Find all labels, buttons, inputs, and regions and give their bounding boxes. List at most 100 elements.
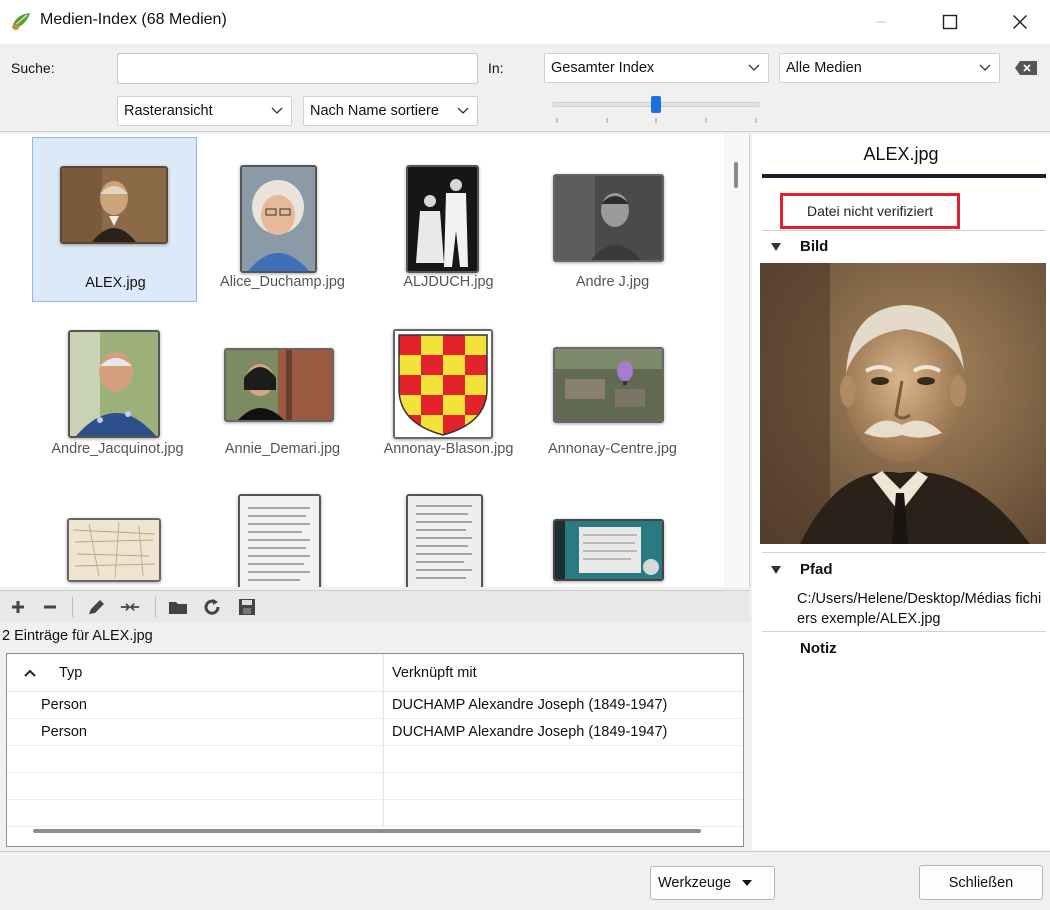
screenshot-thumbnail-icon — [555, 521, 662, 579]
view-mode-value: Rasteransicht — [124, 103, 213, 119]
media-filter-value: Alle Medien — [786, 60, 862, 76]
media-thumbnail — [60, 166, 168, 244]
document-thumbnail-icon — [408, 496, 481, 587]
media-tile-register-2[interactable] — [366, 468, 531, 587]
chevron-down-icon — [271, 107, 283, 114]
app-logo-icon — [12, 13, 30, 30]
media-tile-map-document[interactable] — [35, 468, 200, 587]
chevron-down-icon — [979, 64, 991, 71]
media-tile-andre-jacquinot[interactable]: Andre_Jacquinot.jpg — [35, 302, 200, 467]
scope-dropdown[interactable]: Gesamter Index — [544, 53, 769, 83]
remove-icon[interactable] — [40, 598, 60, 616]
portrait-thumbnail-icon — [242, 167, 315, 271]
view-mode-dropdown[interactable]: Rasteransicht — [117, 96, 292, 126]
folder-icon[interactable] — [168, 598, 188, 616]
sort-value: Nach Name sortiere — [310, 103, 439, 119]
tools-menu-button[interactable]: Werkzeuge — [650, 866, 775, 900]
close-button-label: Schließen — [948, 874, 1014, 891]
section-header-image-label: Bild — [800, 238, 829, 255]
tools-menu-label: Werkzeuge — [658, 875, 732, 891]
photo-thumbnail-icon — [555, 176, 662, 260]
table-cell-type: Person — [41, 697, 87, 713]
details-title-underline — [762, 174, 1046, 178]
column-header-type[interactable]: Typ — [7, 654, 383, 692]
media-tile-label: Alice_Duchamp.jpg — [220, 274, 345, 290]
close-window-button[interactable] — [997, 0, 1043, 44]
zoom-slider-thumb[interactable] — [651, 96, 661, 113]
collapse-triangle-icon — [771, 565, 781, 574]
media-thumbnail — [393, 329, 493, 439]
scope-dropdown-value: Gesamter Index — [551, 60, 655, 76]
media-tile-label: Andre_Jacquinot.jpg — [51, 441, 184, 457]
toolbar-separator — [155, 597, 156, 617]
section-divider — [762, 230, 1046, 231]
clear-search-icon[interactable] — [1014, 60, 1038, 76]
media-tile-annonay-blason[interactable]: Annonay-Blason.jpg — [366, 302, 531, 467]
entries-count-label: 2 Einträge für ALEX.jpg — [2, 628, 153, 644]
table-row-empty — [7, 746, 743, 773]
column-header-linked[interactable]: Verknüpft mit — [384, 654, 743, 692]
verify-status-text: Datei nicht verifiziert — [806, 203, 934, 219]
section-header-note-label: Notiz — [800, 640, 837, 657]
media-preview-image — [760, 263, 1046, 544]
photo-thumbnail-icon — [408, 167, 477, 271]
dialog-footer: Werkzeuge Schließen — [0, 851, 1050, 910]
portrait-thumbnail-icon — [62, 168, 166, 242]
column-header-linked-label: Verknüpft mit — [392, 664, 477, 681]
close-button[interactable]: Schließen — [919, 865, 1043, 900]
media-tile-alex[interactable]: ALEX.jpg — [32, 137, 197, 302]
media-tile-label: Andre J.jpg — [575, 274, 650, 290]
portrait-thumbnail-icon — [226, 350, 332, 420]
aerial-photo-icon — [555, 349, 662, 421]
save-icon[interactable] — [237, 598, 257, 616]
media-tile-label: ALEX.jpg — [85, 275, 146, 291]
media-details-panel: ALEX.jpg Datei nicht verifiziert Bild Pf… — [752, 134, 1050, 850]
portrait-photo-icon — [760, 263, 1046, 544]
media-tile-annonay-centre[interactable]: Annonay-Centre.jpg — [530, 302, 695, 467]
section-header-note[interactable]: Notiz — [800, 640, 837, 657]
window-title: Medien-Index (68 Medien) — [40, 11, 227, 28]
toolbar-separator — [72, 597, 73, 617]
media-tile-aljduch[interactable]: ALJDUCH.jpg — [366, 137, 531, 302]
media-thumbnail — [553, 174, 664, 262]
table-row[interactable]: Person DUCHAMP Alexandre Joseph (1849-19… — [7, 719, 743, 746]
media-tile-register-1[interactable] — [200, 468, 365, 587]
media-thumbnail — [553, 347, 664, 423]
media-tile-screenshot[interactable] — [530, 468, 695, 587]
coat-of-arms-icon — [395, 331, 491, 437]
in-label: In: — [488, 60, 504, 76]
section-header-image[interactable]: Bild — [770, 238, 828, 255]
table-row[interactable]: Person DUCHAMP Alexandre Joseph (1849-19… — [7, 692, 743, 719]
maximize-icon — [942, 14, 958, 30]
minimize-icon — [876, 21, 886, 23]
chevron-down-icon — [748, 64, 760, 71]
table-cell-linked: DUCHAMP Alexandre Joseph (1849-1947) — [392, 724, 668, 740]
merge-icon[interactable] — [120, 598, 140, 616]
add-icon[interactable] — [8, 598, 28, 616]
media-tile-label: Annie_Demari.jpg — [224, 441, 341, 457]
refresh-icon[interactable] — [202, 598, 222, 616]
media-tile-andre-j[interactable]: Andre J.jpg — [530, 137, 695, 302]
chevron-down-icon — [457, 107, 469, 114]
close-icon — [1012, 14, 1028, 30]
media-tile-annie-demari[interactable]: Annie_Demari.jpg — [200, 302, 365, 467]
media-thumbnail — [67, 518, 161, 582]
section-divider — [762, 552, 1046, 553]
edit-pencil-icon[interactable] — [86, 598, 106, 616]
media-filter-dropdown[interactable]: Alle Medien — [779, 53, 1000, 83]
section-header-path[interactable]: Pfad — [770, 561, 833, 578]
media-tile-alice-duchamp[interactable]: Alice_Duchamp.jpg — [200, 137, 365, 302]
grid-scrollbar-thumb[interactable] — [734, 162, 738, 188]
search-input[interactable] — [117, 53, 478, 84]
maximize-button[interactable] — [927, 0, 973, 44]
minimize-button[interactable] — [858, 0, 904, 44]
table-horizontal-scrollbar[interactable] — [33, 829, 701, 833]
portrait-thumbnail-icon — [70, 332, 158, 436]
grid-vertical-scrollbar[interactable] — [724, 134, 748, 586]
media-tile-label: Annonay-Blason.jpg — [383, 441, 514, 457]
media-thumbnail — [68, 330, 160, 438]
media-thumbnail — [406, 165, 479, 273]
zoom-slider-ticks — [556, 118, 757, 123]
media-actions-toolbar — [0, 590, 750, 622]
sort-dropdown[interactable]: Nach Name sortiere — [303, 96, 478, 126]
